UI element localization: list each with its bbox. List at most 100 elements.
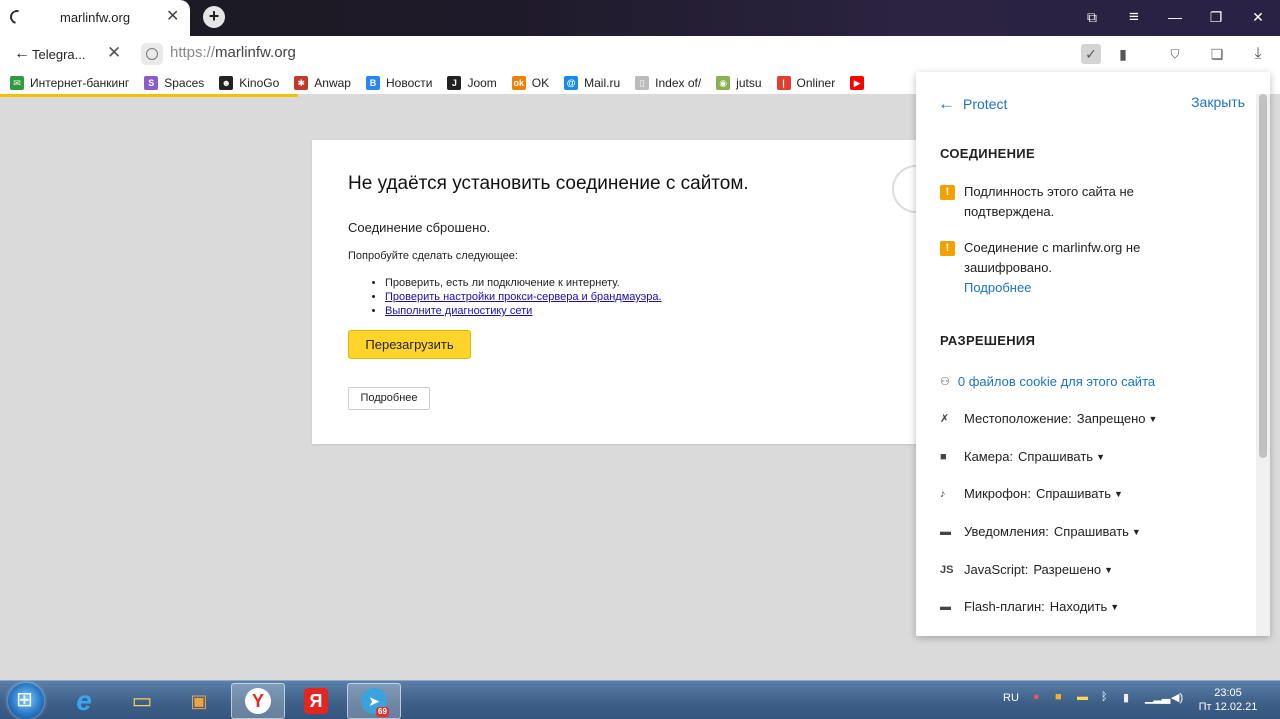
ublock-extension-icon[interactable]: ⛉ — [1165, 44, 1185, 64]
bookmark-item[interactable]: @ Mail.ru — [564, 76, 620, 90]
proxy-settings-link[interactable]: Проверить настройки прокси-сервера и бра… — [385, 290, 662, 304]
dropdown-caret-icon: ▼ — [1148, 413, 1158, 424]
arrow-left-icon: ← — [14, 45, 30, 62]
close-back-tab-icon[interactable]: ✕ — [107, 43, 121, 63]
menu-icon[interactable]: ≡ — [1114, 0, 1154, 34]
safely-remove-icon[interactable]: ▮ — [1123, 691, 1129, 704]
permission-value-dropdown[interactable]: Находить — [1050, 599, 1108, 614]
connection-details-link[interactable]: Подробнее — [964, 280, 1031, 295]
protect-icon[interactable]: ✓ — [1081, 44, 1101, 64]
permission-value-dropdown[interactable]: Спрашивать — [1036, 486, 1111, 501]
bookmark-label: Onliner — [796, 76, 836, 90]
yandex-icon[interactable]: Я — [289, 683, 343, 719]
permission-value-dropdown[interactable]: Спрашивать — [1054, 524, 1129, 539]
permission-row[interactable]: ▬ Уведомления: Спрашивать ▼ — [940, 524, 1141, 539]
warning-text: Соединение с marlinfw.org не зашифровано… — [964, 240, 1141, 275]
internet-explorer-icon[interactable]: e — [57, 683, 111, 719]
reload-button[interactable]: Перезагрузить — [348, 330, 471, 359]
site-info-icon[interactable] — [141, 43, 163, 65]
error-title: Не удаётся установить соединение с сайто… — [348, 173, 749, 194]
permission-row[interactable]: ✗ Местоположение: Запрещено ▼ — [940, 411, 1157, 426]
panel-scrollbar[interactable] — [1256, 94, 1270, 636]
unread-badge: 69 — [376, 707, 389, 717]
cookies-link[interactable]: ⚇ 0 файлов cookie для этого сайта — [940, 374, 1155, 389]
bookmark-item[interactable]: ok OK — [511, 76, 549, 90]
yandex-browser-icon[interactable]: Y — [231, 683, 285, 719]
permission-label: Микрофон: — [964, 486, 1031, 501]
telegram-icon[interactable]: ➤ 69 — [347, 683, 401, 719]
error-card: Не удаётся установить соединение с сайто… — [312, 140, 940, 444]
permission-label: Flash-плагин: — [964, 599, 1045, 614]
connection-heading: СОЕДИНЕНИЕ — [940, 146, 1035, 161]
tabs-overview-icon[interactable]: ⧉ — [1072, 0, 1112, 34]
permission-row[interactable]: JS JavaScript: Разрешено ▼ — [940, 562, 1113, 577]
new-tab-button[interactable]: + — [203, 6, 225, 28]
panel-close-button[interactable]: Закрыть — [1191, 94, 1245, 110]
minimize-button[interactable]: — — [1155, 0, 1195, 34]
kinogo-icon: ☻ — [219, 76, 234, 90]
details-button[interactable]: Подробнее — [348, 387, 430, 410]
system-clock[interactable]: 23:05 Пт 12.02.21 — [1196, 686, 1260, 714]
javascript-icon: JS — [940, 563, 954, 576]
collections-icon[interactable]: ❏ — [1207, 44, 1227, 64]
warning-item: ! Подлинность этого сайта не подтвержден… — [940, 182, 1190, 222]
bookmark-item[interactable]: | Onliner — [776, 76, 836, 90]
start-button[interactable] — [8, 683, 44, 719]
error-reason: Соединение сброшено. — [348, 220, 491, 235]
network-signal-icon[interactable]: ▁▂▃ — [1145, 691, 1170, 704]
permission-value-dropdown[interactable]: Спрашивать — [1018, 449, 1093, 464]
bookmark-item[interactable]: ✱ Anwap — [294, 76, 351, 90]
bookmark-icon[interactable]: ▮ — [1113, 44, 1133, 64]
bookmark-item[interactable]: ▯ Index of/ — [635, 76, 701, 90]
url-scheme: https:// — [170, 44, 216, 61]
permission-value-dropdown[interactable]: Разрешено — [1033, 562, 1101, 577]
title-bar: marlinfw.org ✕ + ⧉ ≡ — ❐ ✕ — [0, 0, 1280, 36]
bookmark-item[interactable]: ☻ KinoGo — [219, 76, 279, 90]
bookmark-item[interactable]: S Spaces — [144, 76, 204, 90]
permission-row[interactable]: ▬ Flash-плагин: Находить ▼ — [940, 599, 1119, 614]
tray-yandex-icon[interactable]: ● — [1033, 691, 1040, 703]
ok-icon: ok — [511, 76, 526, 90]
volume-icon[interactable]: ◀) — [1171, 691, 1183, 704]
downloads-icon[interactable]: ⤓ — [1248, 44, 1268, 64]
bookmark-label: Новости — [385, 76, 433, 90]
warning-icon: ! — [940, 185, 955, 200]
bookmark-item[interactable]: J Joom — [447, 76, 497, 90]
clock-time: 23:05 — [1214, 687, 1242, 699]
network-diagnostics-link[interactable]: Выполните диагностику сети — [385, 304, 662, 318]
permission-row[interactable]: ♪ Микрофон: Спрашивать ▼ — [940, 486, 1123, 501]
bookmark-item[interactable]: В Новости — [365, 76, 433, 90]
media-player-icon[interactable]: ▣ — [172, 683, 226, 719]
file-explorer-icon[interactable]: ▭ — [115, 683, 169, 719]
bluetooth-icon[interactable]: ᛒ — [1101, 691, 1108, 703]
tab-close-icon[interactable]: ✕ — [166, 8, 179, 26]
permission-row[interactable]: ■ Камера: Спрашивать ▼ — [940, 449, 1105, 464]
url-host: marlinfw.org — [215, 44, 296, 61]
bookmark-label: Index of/ — [655, 76, 702, 90]
tab-marlinfw[interactable]: marlinfw.org ✕ — [0, 0, 190, 36]
language-indicator[interactable]: RU — [1003, 692, 1019, 704]
permission-label: Уведомления: — [964, 524, 1049, 539]
tab-title: marlinfw.org — [60, 10, 131, 25]
protect-back-button[interactable]: ← Protect — [938, 94, 1007, 114]
bookmark-item[interactable]: ✉ Интернет-банкинг — [10, 76, 129, 90]
scrollbar-thumb[interactable] — [1259, 94, 1267, 458]
page-load-progress — [0, 94, 298, 97]
restore-button[interactable]: ❐ — [1196, 0, 1236, 34]
address-bar[interactable]: https://marlinfw.org — [170, 44, 296, 61]
warning-text: Подлинность этого сайта не подтверждена. — [964, 184, 1134, 219]
bookmark-item[interactable]: ◉ jutsu — [716, 76, 762, 90]
jutsu-icon: ◉ — [716, 76, 731, 90]
onliner-icon: | — [776, 76, 791, 90]
tray-folder-icon[interactable]: ▬ — [1077, 691, 1088, 703]
bookmark-label: Интернет-банкинг — [30, 76, 130, 90]
tray-app-icon[interactable]: ■ — [1055, 691, 1062, 703]
close-window-button[interactable]: ✕ — [1238, 0, 1278, 34]
permission-value-dropdown[interactable]: Запрещено — [1077, 411, 1146, 426]
permissions-heading: РАЗРЕШЕНИЯ — [940, 333, 1036, 348]
permission-label: Камера: — [964, 449, 1014, 464]
back-to-tab-button[interactable]: ← Telegra... — [14, 45, 85, 63]
warning-item: ! Соединение с marlinfw.org не зашифрова… — [940, 238, 1190, 278]
bookmark-item[interactable]: ▶ — [850, 76, 870, 90]
flash-plugin-icon: ▬ — [940, 600, 951, 613]
